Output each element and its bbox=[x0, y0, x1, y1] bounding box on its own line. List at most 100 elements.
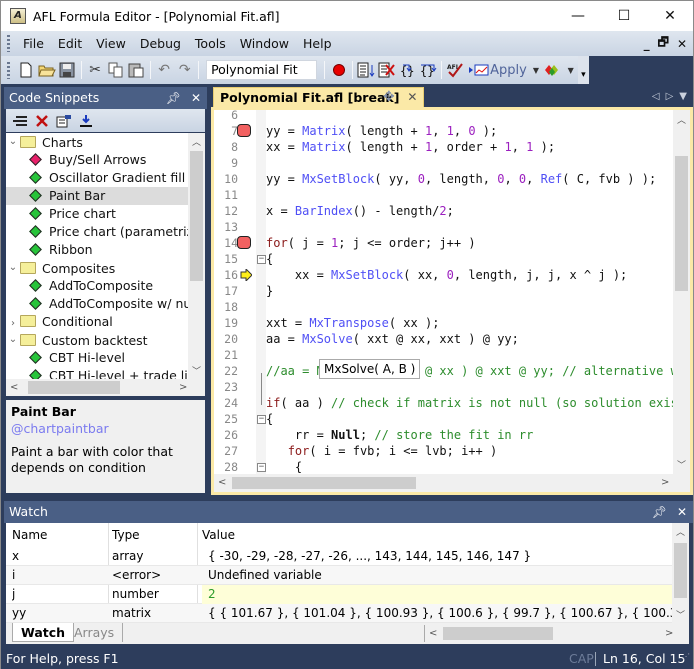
minimize-button[interactable]: — bbox=[555, 1, 601, 31]
code-line[interactable]: 18 bbox=[214, 299, 674, 315]
new-tab-icon[interactable]: ✥ bbox=[383, 87, 395, 107]
watch-row[interactable]: j number 2 bbox=[6, 585, 672, 604]
menu-debug[interactable]: Debug bbox=[133, 31, 188, 56]
menu-file[interactable]: File bbox=[16, 31, 51, 56]
scrollbar-thumb[interactable] bbox=[28, 381, 120, 394]
tree-folder[interactable]: ⌄ Charts bbox=[6, 133, 205, 151]
scroll-left-icon[interactable]: < bbox=[10, 379, 18, 396]
watch-row[interactable]: x array { -30, -29, -28, -27, -26, ..., 14… bbox=[6, 547, 672, 566]
column-header-name[interactable]: Name bbox=[12, 523, 107, 547]
toggle-breakpoint-button[interactable] bbox=[328, 59, 349, 81]
apply-dropdown-icon[interactable]: ▼ bbox=[533, 66, 539, 75]
scroll-up-icon[interactable]: ︿ bbox=[672, 525, 689, 538]
scroll-left-icon[interactable]: < bbox=[429, 625, 437, 642]
verify-syntax-button[interactable]: AFL bbox=[445, 59, 466, 81]
watch-cell-name[interactable]: j bbox=[12, 585, 107, 604]
tree-item[interactable]: Ribbon bbox=[6, 241, 205, 259]
mdi-restore-button[interactable]: 🗗 bbox=[658, 33, 669, 54]
breakpoint-icon[interactable] bbox=[237, 236, 251, 249]
code-line[interactable]: 16 xx = MxSetBlock( xx, 0, length, j, j,… bbox=[214, 267, 674, 283]
scroll-right-icon[interactable]: > bbox=[661, 474, 669, 492]
pin-icon[interactable]: 📌︎ bbox=[652, 501, 667, 523]
tree-item[interactable]: Oscillator Gradient fill bbox=[6, 169, 205, 187]
scroll-left-icon[interactable]: < bbox=[218, 474, 226, 492]
code-line[interactable]: 15 −{ bbox=[214, 251, 674, 267]
toolbar-grip[interactable] bbox=[7, 61, 10, 79]
code-line[interactable]: 12 x = BarIndex() - length/2; bbox=[214, 203, 674, 219]
paste-button[interactable] bbox=[126, 59, 147, 81]
tree-item[interactable]: AddToComposite w/ num bbox=[6, 295, 205, 313]
chevron-down-icon[interactable]: ⌄ bbox=[6, 133, 20, 151]
step-over-button[interactable]: {} bbox=[418, 59, 439, 81]
pane-close-icon[interactable]: ✕ bbox=[677, 501, 687, 523]
scrollbar-thumb[interactable] bbox=[190, 151, 203, 281]
close-button[interactable]: ✕ bbox=[647, 1, 693, 31]
snippet-properties-icon[interactable] bbox=[56, 114, 72, 128]
code-line[interactable]: 8 xx = Matrix( length + 1, order + 1, 1 )… bbox=[214, 139, 674, 155]
tree-folder[interactable]: ⌄ Composites bbox=[6, 259, 205, 277]
step-into-button[interactable]: {} bbox=[397, 59, 418, 81]
watch-horizontal-scrollbar[interactable]: < > bbox=[424, 625, 686, 642]
editor-horizontal-scrollbar[interactable]: < > bbox=[214, 474, 690, 492]
delete-snippet-icon[interactable] bbox=[35, 114, 49, 128]
code-line[interactable]: 26 rr = Null; // store the fit in rr bbox=[214, 427, 674, 443]
code-line[interactable]: 25 −{ bbox=[214, 411, 674, 427]
tab-list-dropdown-icon[interactable]: ▼ bbox=[679, 87, 687, 107]
code-line[interactable]: 19 xxt = MxTranspose( xx ); bbox=[214, 315, 674, 331]
tree-item[interactable]: CBT Hi-level bbox=[6, 349, 205, 367]
menu-tools[interactable]: Tools bbox=[188, 31, 233, 56]
watch-cell-name[interactable]: yy bbox=[12, 604, 107, 623]
code-line[interactable]: 10 yy = MxSetBlock( yy, 0, length, 0, 0, … bbox=[214, 171, 674, 187]
editor-vertical-scrollbar[interactable]: ︿ ﹀ bbox=[673, 110, 690, 474]
chevron-down-icon[interactable]: ⌄ bbox=[6, 259, 20, 277]
tab-scroll-right-icon[interactable]: ▷ bbox=[666, 87, 674, 107]
scroll-right-icon[interactable]: > bbox=[665, 625, 673, 642]
cut-button[interactable]: ✂ bbox=[85, 59, 106, 81]
code-line[interactable]: 7 yy = Matrix( length + 1, 1, 0 ); bbox=[214, 123, 674, 139]
code-line[interactable]: 22//aa = MxInverse( xxt @ xx ) @ xxt @ y… bbox=[214, 363, 690, 379]
resize-grip-icon[interactable]: ⋰ bbox=[682, 647, 690, 667]
code-line[interactable]: 14 for( j = 1; j <= order; j++ ) bbox=[214, 235, 674, 251]
menu-view[interactable]: View bbox=[89, 31, 133, 56]
redo-button[interactable]: ↷ bbox=[174, 59, 195, 81]
color-options-button[interactable] bbox=[543, 59, 564, 81]
column-header-type[interactable]: Type bbox=[112, 523, 200, 547]
breakpoint-icon[interactable] bbox=[237, 124, 251, 137]
fold-toggle-icon[interactable]: − bbox=[257, 463, 266, 472]
menu-help[interactable]: Help bbox=[296, 31, 339, 56]
code-line[interactable]: 13 bbox=[214, 219, 674, 235]
tree-folder[interactable]: ⌄ Custom backtest bbox=[6, 331, 205, 349]
column-header-value[interactable]: Value bbox=[202, 523, 672, 547]
snippets-vertical-scrollbar[interactable]: ︿ ﹀ bbox=[188, 133, 205, 379]
scroll-up-icon[interactable]: ︿ bbox=[188, 135, 205, 148]
menu-edit[interactable]: Edit bbox=[51, 31, 89, 56]
clear-breakpoints-button[interactable] bbox=[377, 59, 398, 81]
code-line[interactable]: 23 bbox=[214, 379, 674, 395]
undo-button[interactable]: ↶ bbox=[154, 59, 175, 81]
watch-row[interactable]: yy matrix { { 101.67 }, { 101.04 }, { 100.… bbox=[6, 604, 672, 623]
save-button[interactable] bbox=[57, 59, 78, 81]
tree-item[interactable]: Price chart (parametrized) bbox=[6, 223, 205, 241]
step-list-button[interactable] bbox=[356, 59, 377, 81]
scrollbar-thumb[interactable] bbox=[674, 543, 687, 598]
code-line[interactable]: 21 bbox=[214, 347, 674, 363]
fold-toggle-icon[interactable]: − bbox=[257, 255, 266, 264]
code-line[interactable]: 17} bbox=[214, 283, 674, 299]
formula-name-field[interactable]: Polynomial Fit bbox=[206, 60, 318, 80]
scroll-down-icon[interactable]: ﹀ bbox=[188, 364, 205, 377]
scrollbar-thumb[interactable] bbox=[675, 156, 688, 291]
code-line[interactable]: 28 − { bbox=[214, 459, 674, 475]
insert-snippet-icon[interactable] bbox=[12, 114, 28, 128]
code-line[interactable]: 20 aa = MxSolve( xxt @ xx, xxt ) @ yy; bbox=[214, 331, 674, 347]
tree-item[interactable]: Buy/Sell Arrows bbox=[6, 151, 205, 169]
pin-icon[interactable]: 📌︎ bbox=[166, 87, 181, 109]
tab-close-icon[interactable]: ✕ bbox=[407, 88, 417, 107]
apply-indicator-button[interactable]: Apply bbox=[466, 63, 529, 78]
tab-scroll-left-icon[interactable]: ◁ bbox=[652, 87, 660, 107]
code-line[interactable]: 24 if( aa ) // check if matrix is not nul… bbox=[214, 395, 690, 411]
watch-cell-name[interactable]: x bbox=[12, 547, 107, 566]
copy-button[interactable] bbox=[105, 59, 126, 81]
scroll-down-icon[interactable]: ﹀ bbox=[673, 458, 690, 471]
menu-window[interactable]: Window bbox=[233, 31, 296, 56]
code-line[interactable]: 27 for( i = fvb; i <= lvb; i++ ) bbox=[214, 443, 674, 459]
